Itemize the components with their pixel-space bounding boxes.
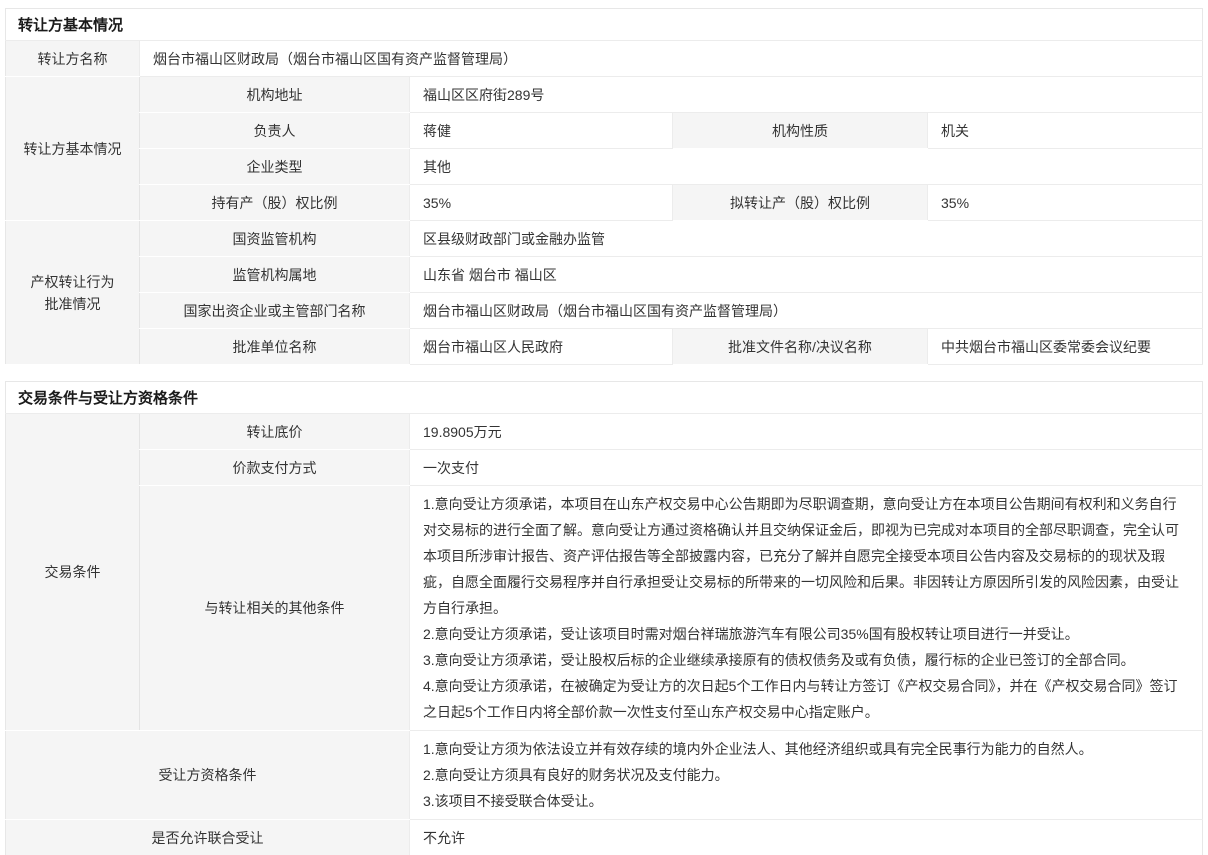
floor-price-value: 19.8905万元 [410, 414, 1203, 450]
enterprise-type-value: 其他 [410, 149, 1203, 185]
table-row: 持有产（股）权比例 35% 拟转让产（股）权比例 35% [6, 185, 1203, 221]
transferor-name-label: 转让方名称 [6, 41, 140, 77]
table-row: 受让方资格条件 1.意向受让方须为依法设立并有效存续的境内外企业法人、其他经济组… [6, 731, 1203, 820]
section-header-row: 转让方基本情况 [6, 9, 1203, 41]
table-row: 价款支付方式 一次支付 [6, 450, 1203, 486]
joint-transfer-value: 不允许 [410, 820, 1203, 855]
table-row: 负责人 蒋健 机构性质 机关 [6, 113, 1203, 149]
table-row: 转让方基本情况 机构地址 福山区区府街289号 [6, 77, 1203, 113]
sasac-value: 区县级财政部门或金融办监管 [410, 221, 1203, 257]
state-funded-value: 烟台市福山区财政局（烟台市福山区国有资产监督管理局） [410, 293, 1203, 329]
table-row: 企业类型 其他 [6, 149, 1203, 185]
transferor-name-value: 烟台市福山区财政局（烟台市福山区国有资产监督管理局） [140, 41, 1203, 77]
other-conditions-label: 与转让相关的其他条件 [140, 486, 410, 731]
transfer-detail-page: 转让方基本情况 转让方名称 烟台市福山区财政局（烟台市福山区国有资产监督管理局）… [0, 0, 1208, 855]
qualification-value: 1.意向受让方须为依法设立并有效存续的境内外企业法人、其他经济组织或具有完全民事… [410, 731, 1203, 820]
section2-title: 交易条件与受让方资格条件 [6, 382, 1203, 414]
other-conditions-value: 1.意向受让方须承诺，本项目在山东产权交易中心公告期即为尽职调查期，意向受让方在… [410, 486, 1203, 731]
approval-unit-value: 烟台市福山区人民政府 [410, 329, 673, 365]
table-row: 转让方名称 烟台市福山区财政局（烟台市福山区国有资产监督管理局） [6, 41, 1203, 77]
table-row: 与转让相关的其他条件 1.意向受让方须承诺，本项目在山东产权交易中心公告期即为尽… [6, 486, 1203, 731]
org-nature-value: 机关 [928, 113, 1203, 149]
approval-unit-label: 批准单位名称 [140, 329, 410, 365]
regulator-region-value: 山东省 烟台市 福山区 [410, 257, 1203, 293]
approval-doc-label: 批准文件名称/决议名称 [673, 329, 928, 365]
transaction-conditions-table: 交易条件与受让方资格条件 交易条件 转让底价 19.8905万元 价款支付方式 … [5, 381, 1203, 855]
regulator-region-label: 监管机构属地 [140, 257, 410, 293]
trade-group-label: 交易条件 [6, 414, 140, 731]
table-row: 产权转让行为 批准情况 国资监管机构 区县级财政部门或金融办监管 [6, 221, 1203, 257]
enterprise-type-label: 企业类型 [140, 149, 410, 185]
table-row: 是否允许联合受让 不允许 [6, 820, 1203, 855]
section1-title: 转让方基本情况 [6, 9, 1203, 41]
sasac-label: 国资监管机构 [140, 221, 410, 257]
table-row: 国家出资企业或主管部门名称 烟台市福山区财政局（烟台市福山区国有资产监督管理局） [6, 293, 1203, 329]
org-nature-label: 机构性质 [673, 113, 928, 149]
holding-ratio-label: 持有产（股）权比例 [140, 185, 410, 221]
planned-transfer-ratio-label: 拟转让产（股）权比例 [673, 185, 928, 221]
payment-method-value: 一次支付 [410, 450, 1203, 486]
approval-group-label: 产权转让行为 批准情况 [6, 221, 140, 365]
planned-transfer-ratio-value: 35% [928, 185, 1203, 221]
holding-ratio-value: 35% [410, 185, 673, 221]
qualification-label: 受让方资格条件 [6, 731, 410, 820]
section-header-row: 交易条件与受让方资格条件 [6, 382, 1203, 414]
joint-transfer-label: 是否允许联合受让 [6, 820, 410, 855]
principal-value: 蒋健 [410, 113, 673, 149]
payment-method-label: 价款支付方式 [140, 450, 410, 486]
transferor-info-table: 转让方基本情况 转让方名称 烟台市福山区财政局（烟台市福山区国有资产监督管理局）… [5, 8, 1203, 365]
table-row: 交易条件 转让底价 19.8905万元 [6, 414, 1203, 450]
floor-price-label: 转让底价 [140, 414, 410, 450]
table-row: 监管机构属地 山东省 烟台市 福山区 [6, 257, 1203, 293]
state-funded-label: 国家出资企业或主管部门名称 [140, 293, 410, 329]
approval-doc-value: 中共烟台市福山区委常委会议纪要 [928, 329, 1203, 365]
principal-label: 负责人 [140, 113, 410, 149]
org-address-value: 福山区区府街289号 [410, 77, 1203, 113]
basic-group-label: 转让方基本情况 [6, 77, 140, 221]
table-row: 批准单位名称 烟台市福山区人民政府 批准文件名称/决议名称 中共烟台市福山区委常… [6, 329, 1203, 365]
org-address-label: 机构地址 [140, 77, 410, 113]
